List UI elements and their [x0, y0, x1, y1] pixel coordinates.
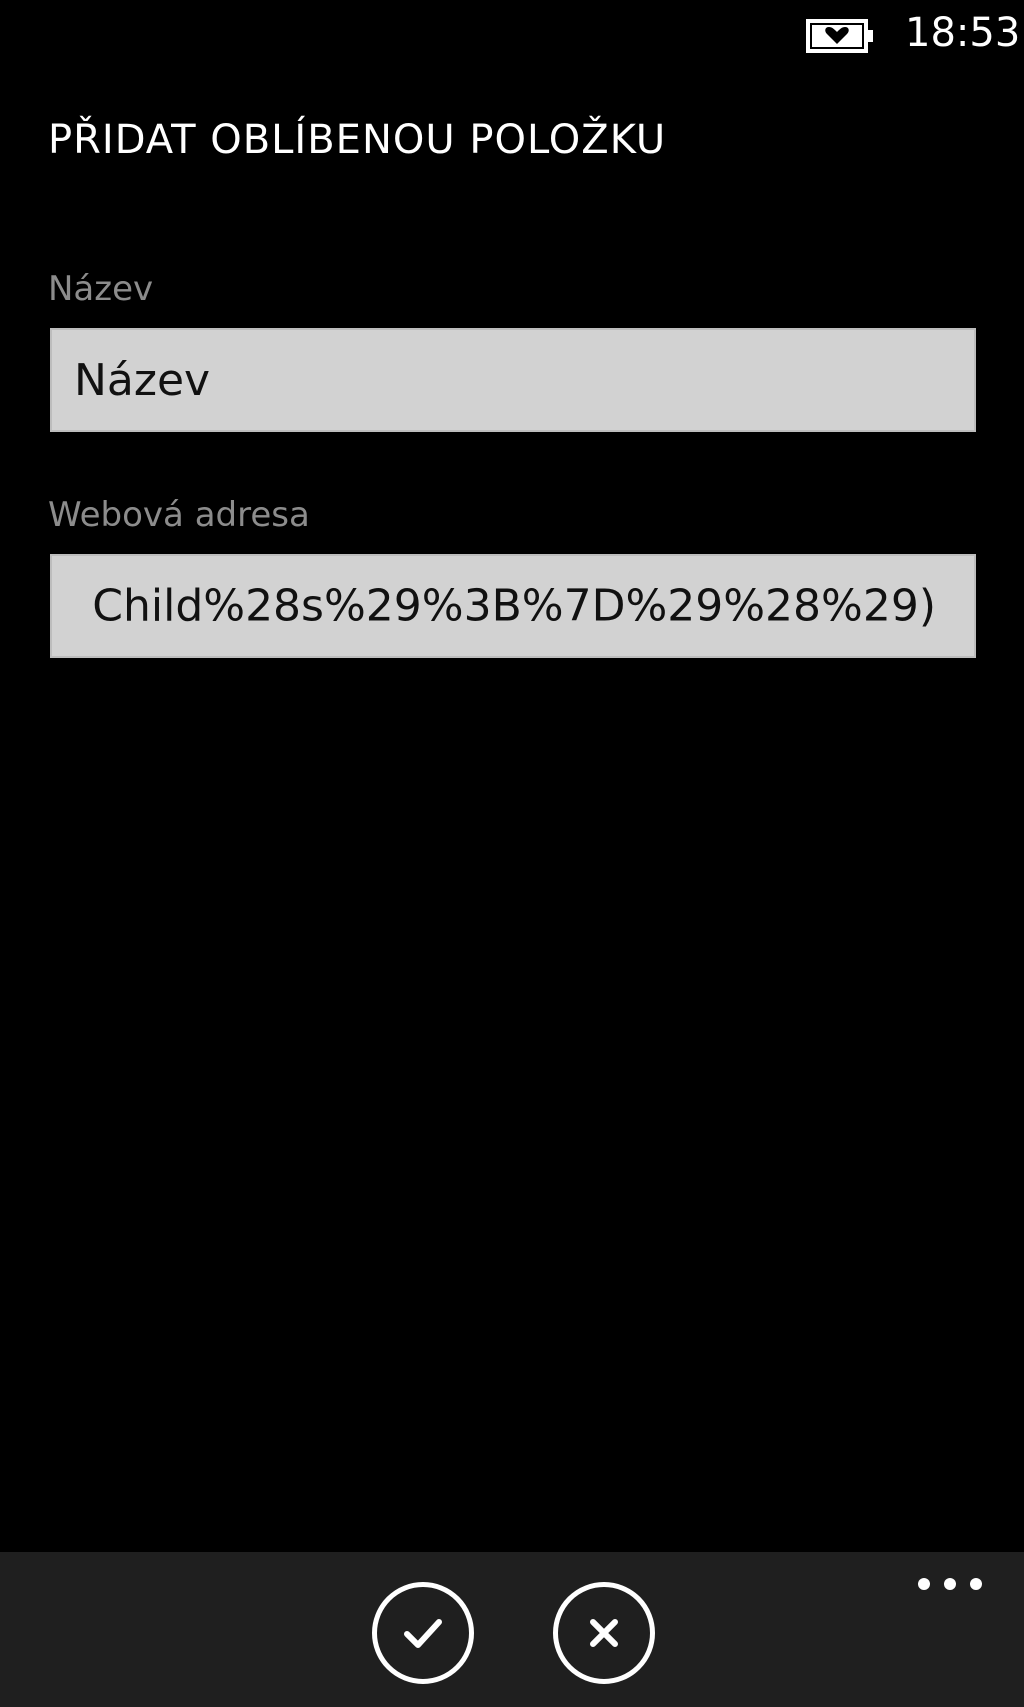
more-dot: [944, 1578, 956, 1590]
name-label: Název: [48, 269, 154, 309]
page-title: PŘIDAT OBLÍBENOU POLOŽKU: [48, 117, 667, 163]
more-dots-icon[interactable]: [918, 1574, 982, 1594]
close-icon: [590, 1619, 618, 1647]
more-dot: [918, 1578, 930, 1590]
battery-heart-icon: [806, 19, 873, 53]
name-input[interactable]: [50, 328, 976, 432]
url-label: Webová adresa: [48, 495, 310, 535]
check-icon: [404, 1619, 442, 1648]
url-input[interactable]: Child%28s%29%3B%7D%29%28%29): [50, 554, 976, 658]
status-bar: 18:53: [0, 0, 1024, 70]
app-bar: [0, 1552, 1024, 1707]
url-input-text: Child%28s%29%3B%7D%29%28%29): [92, 580, 936, 632]
cancel-button[interactable]: [553, 1582, 655, 1684]
more-dot: [970, 1578, 982, 1590]
save-button[interactable]: [372, 1582, 474, 1684]
clock: 18:53: [905, 10, 1021, 56]
